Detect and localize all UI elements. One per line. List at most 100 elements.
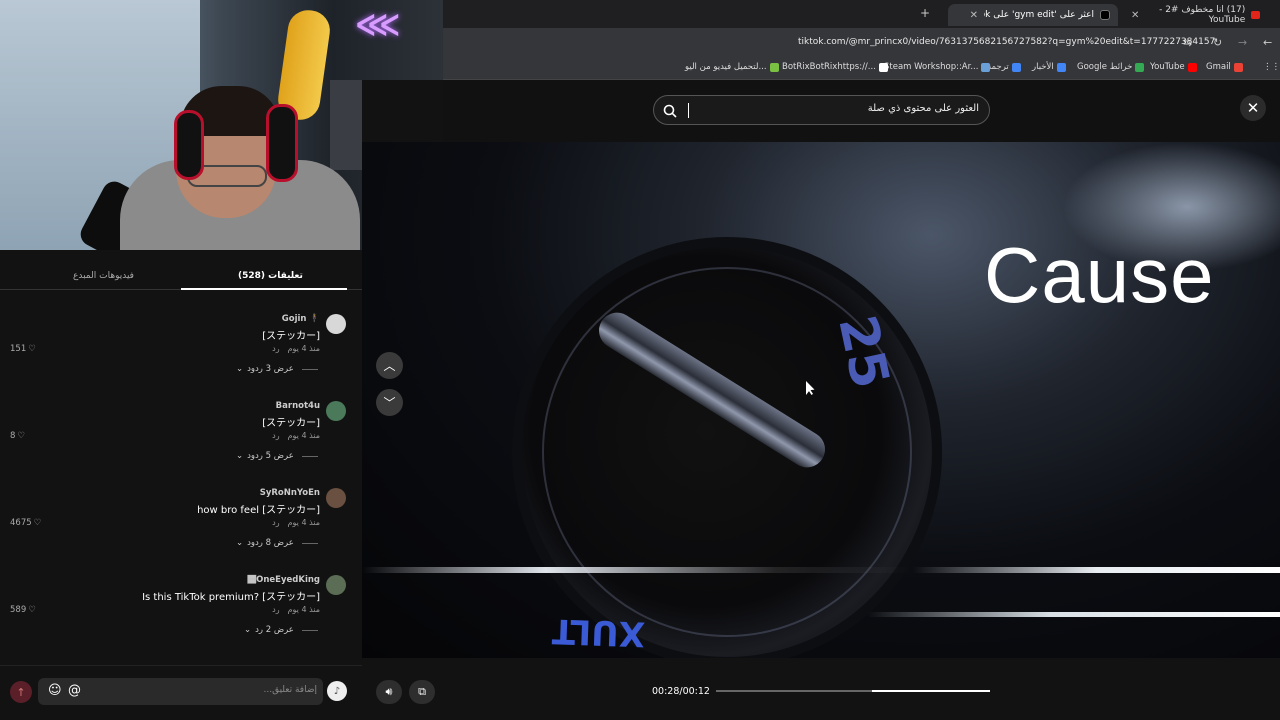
comment-age: منذ 4 يوم — [287, 518, 320, 527]
comment-likes[interactable]: 8 ♡ — [10, 431, 25, 441]
comment-item: Gojin 🕴 [ステッカー] منذ 4 يوم رد 151 ♡ ⌄ عرض 3 … — [0, 314, 362, 400]
view-replies[interactable]: ⌄ عرض 2 رد — [244, 625, 318, 635]
comment-likes[interactable]: 4675 ♡ — [10, 518, 41, 528]
volume-button[interactable]: 🔊︎ — [376, 680, 402, 704]
forward-icon[interactable]: → — [1238, 36, 1247, 49]
next-video-button[interactable]: ﹀ — [376, 389, 403, 416]
search-box[interactable]: العثور على محتوى ذي صلة — [653, 95, 990, 125]
search-icon[interactable] — [662, 103, 678, 119]
bookmark-steam[interactable]: Steam Workshop::Ar... — [884, 62, 991, 72]
reply-link[interactable]: رد — [272, 605, 279, 614]
new-tab-button[interactable]: + — [920, 6, 930, 20]
bookmark-news[interactable]: الأخبار — [1032, 62, 1066, 72]
chevron-down-icon: ⌄ — [236, 538, 244, 548]
bookmark-translate[interactable]: ترجمة — [987, 62, 1021, 72]
speaker-icon: 🔊︎ — [385, 685, 393, 698]
current-user-avatar: ♪ — [327, 681, 347, 701]
close-video-button[interactable]: ✕ — [1240, 95, 1266, 121]
tab-creator-videos[interactable]: فيديوهات المبدع — [73, 271, 134, 281]
reply-link[interactable]: رد — [272, 431, 279, 440]
text-caret — [688, 103, 689, 118]
translate-icon — [1011, 62, 1021, 72]
avatar[interactable] — [326, 488, 346, 508]
tab-comments[interactable]: تعليقات (528) — [238, 271, 303, 281]
close-tab-icon[interactable]: ✕ — [1131, 10, 1139, 21]
progress-bar[interactable] — [716, 690, 990, 692]
botrix-icon — [878, 62, 888, 72]
bookmark-gmail[interactable]: Gmail — [1206, 62, 1243, 72]
video-player[interactable]: 25 XULT Cause — [362, 142, 1280, 658]
replies-line — [301, 629, 318, 631]
comment-item: 🏾OneEyedKing Is this TikTok premium? [ステ… — [0, 575, 362, 661]
comment-placeholder: إضافة تعليق... — [263, 685, 317, 695]
replies-label: عرض 5 ردود — [247, 451, 294, 461]
bookmark-youtube[interactable]: YouTube — [1150, 62, 1197, 72]
mention-icon[interactable]: @ — [68, 683, 81, 698]
comment-meta: منذ 4 يوم رد — [272, 344, 320, 353]
apps-icon[interactable]: ⋮⋮ — [1263, 62, 1280, 72]
reply-link[interactable]: رد — [272, 518, 279, 527]
chevron-down-icon: ⌄ — [236, 364, 244, 374]
avatar[interactable] — [326, 575, 346, 595]
webcam-headphone-right — [266, 104, 298, 182]
youtube-icon — [1251, 11, 1260, 19]
comment-username[interactable]: Gojin 🕴 — [282, 314, 320, 324]
comment-text: [ステッカー] — [262, 331, 320, 342]
like-count: 4675 — [10, 518, 32, 528]
maps-icon — [1135, 62, 1145, 72]
news-icon — [1056, 62, 1066, 72]
comment-likes[interactable]: 589 ♡ — [10, 605, 36, 615]
replies-label: عرض 3 ردود — [247, 364, 294, 374]
comment-likes[interactable]: 151 ♡ — [10, 344, 36, 354]
bookmark-botrix[interactable]: BotRixBotRixhttps://... — [782, 62, 888, 72]
tiktok-icon — [1100, 10, 1110, 20]
close-icon: ✕ — [1246, 99, 1260, 117]
pip-button[interactable]: ⧉ — [409, 680, 435, 704]
comment-age: منذ 4 يوم — [287, 605, 320, 614]
browser-tab-tiktok[interactable]: اعثر على 'gym edit' على TikTok ✕ — [948, 4, 1118, 26]
webcam-headphone-left — [174, 110, 204, 180]
browser-tab-youtube[interactable]: (17) انا مخطوف #2 - YouTube ✕ — [1123, 4, 1268, 26]
panel-tabs — [0, 250, 362, 290]
replies-label: عرض 2 رد — [255, 625, 294, 635]
search-placeholder[interactable]: العثور على محتوى ذي صلة — [868, 103, 979, 114]
avatar[interactable] — [326, 314, 346, 334]
heart-icon[interactable]: ♡ — [17, 431, 25, 441]
comment-text: how bro feel [ステッカー] — [197, 505, 320, 516]
comment-username[interactable]: 🏾OneEyedKing — [248, 575, 320, 585]
chevron-down-icon: ⌄ — [244, 625, 252, 635]
video-caption-overlay: Cause — [984, 231, 1215, 319]
bookmark-downloader[interactable]: لتحميل فيديو من اليو... — [685, 62, 779, 72]
chevron-down-icon: ⌄ — [236, 451, 244, 461]
view-replies[interactable]: ⌄ عرض 5 ردود — [236, 451, 318, 461]
back-icon[interactable]: ← — [1263, 36, 1272, 49]
avatar[interactable] — [326, 401, 346, 421]
download-icon — [769, 62, 779, 72]
comment-item: SyRoNnYoEn how bro feel [ステッカー] منذ 4 يو… — [0, 488, 362, 574]
comment-text: [ステッカー] — [262, 418, 320, 429]
heart-icon[interactable]: ♡ — [34, 518, 42, 528]
like-count: 151 — [10, 344, 27, 354]
comment-meta: منذ 4 يوم رد — [272, 605, 320, 614]
close-tab-icon[interactable]: ✕ — [970, 10, 978, 21]
bookmark-maps[interactable]: Google خرائط — [1077, 62, 1145, 72]
previous-video-button[interactable]: ︿ — [376, 352, 403, 379]
browser-tab-bar: (17) انا مخطوف #2 - YouTube ✕ اعثر على '… — [443, 0, 1280, 28]
view-replies[interactable]: ⌄ عرض 3 ردود — [236, 364, 318, 374]
post-comment-button[interactable]: ↑ — [10, 681, 32, 703]
comment-username[interactable]: SyRoNnYoEn — [260, 488, 320, 498]
comment-age: منذ 4 يوم — [287, 431, 320, 440]
comment-username[interactable]: Barnot4u — [276, 401, 320, 411]
replies-label: عرض 8 ردود — [247, 538, 294, 548]
reply-link[interactable]: رد — [272, 344, 279, 353]
light-streak — [362, 567, 1280, 573]
comment-meta: منذ 4 يوم رد — [272, 431, 320, 440]
url-text[interactable]: tiktok.com/@mr_princx0/video/76313756821… — [798, 37, 1215, 47]
heart-icon[interactable]: ♡ — [28, 344, 36, 354]
emoji-icon[interactable]: ☺ — [48, 683, 62, 698]
like-count: 8 — [10, 431, 16, 441]
view-replies[interactable]: ⌄ عرض 8 ردود — [236, 538, 318, 548]
like-count: 589 — [10, 605, 27, 615]
picture-in-picture-icon: ⧉ — [418, 685, 426, 698]
heart-icon[interactable]: ♡ — [28, 605, 36, 615]
